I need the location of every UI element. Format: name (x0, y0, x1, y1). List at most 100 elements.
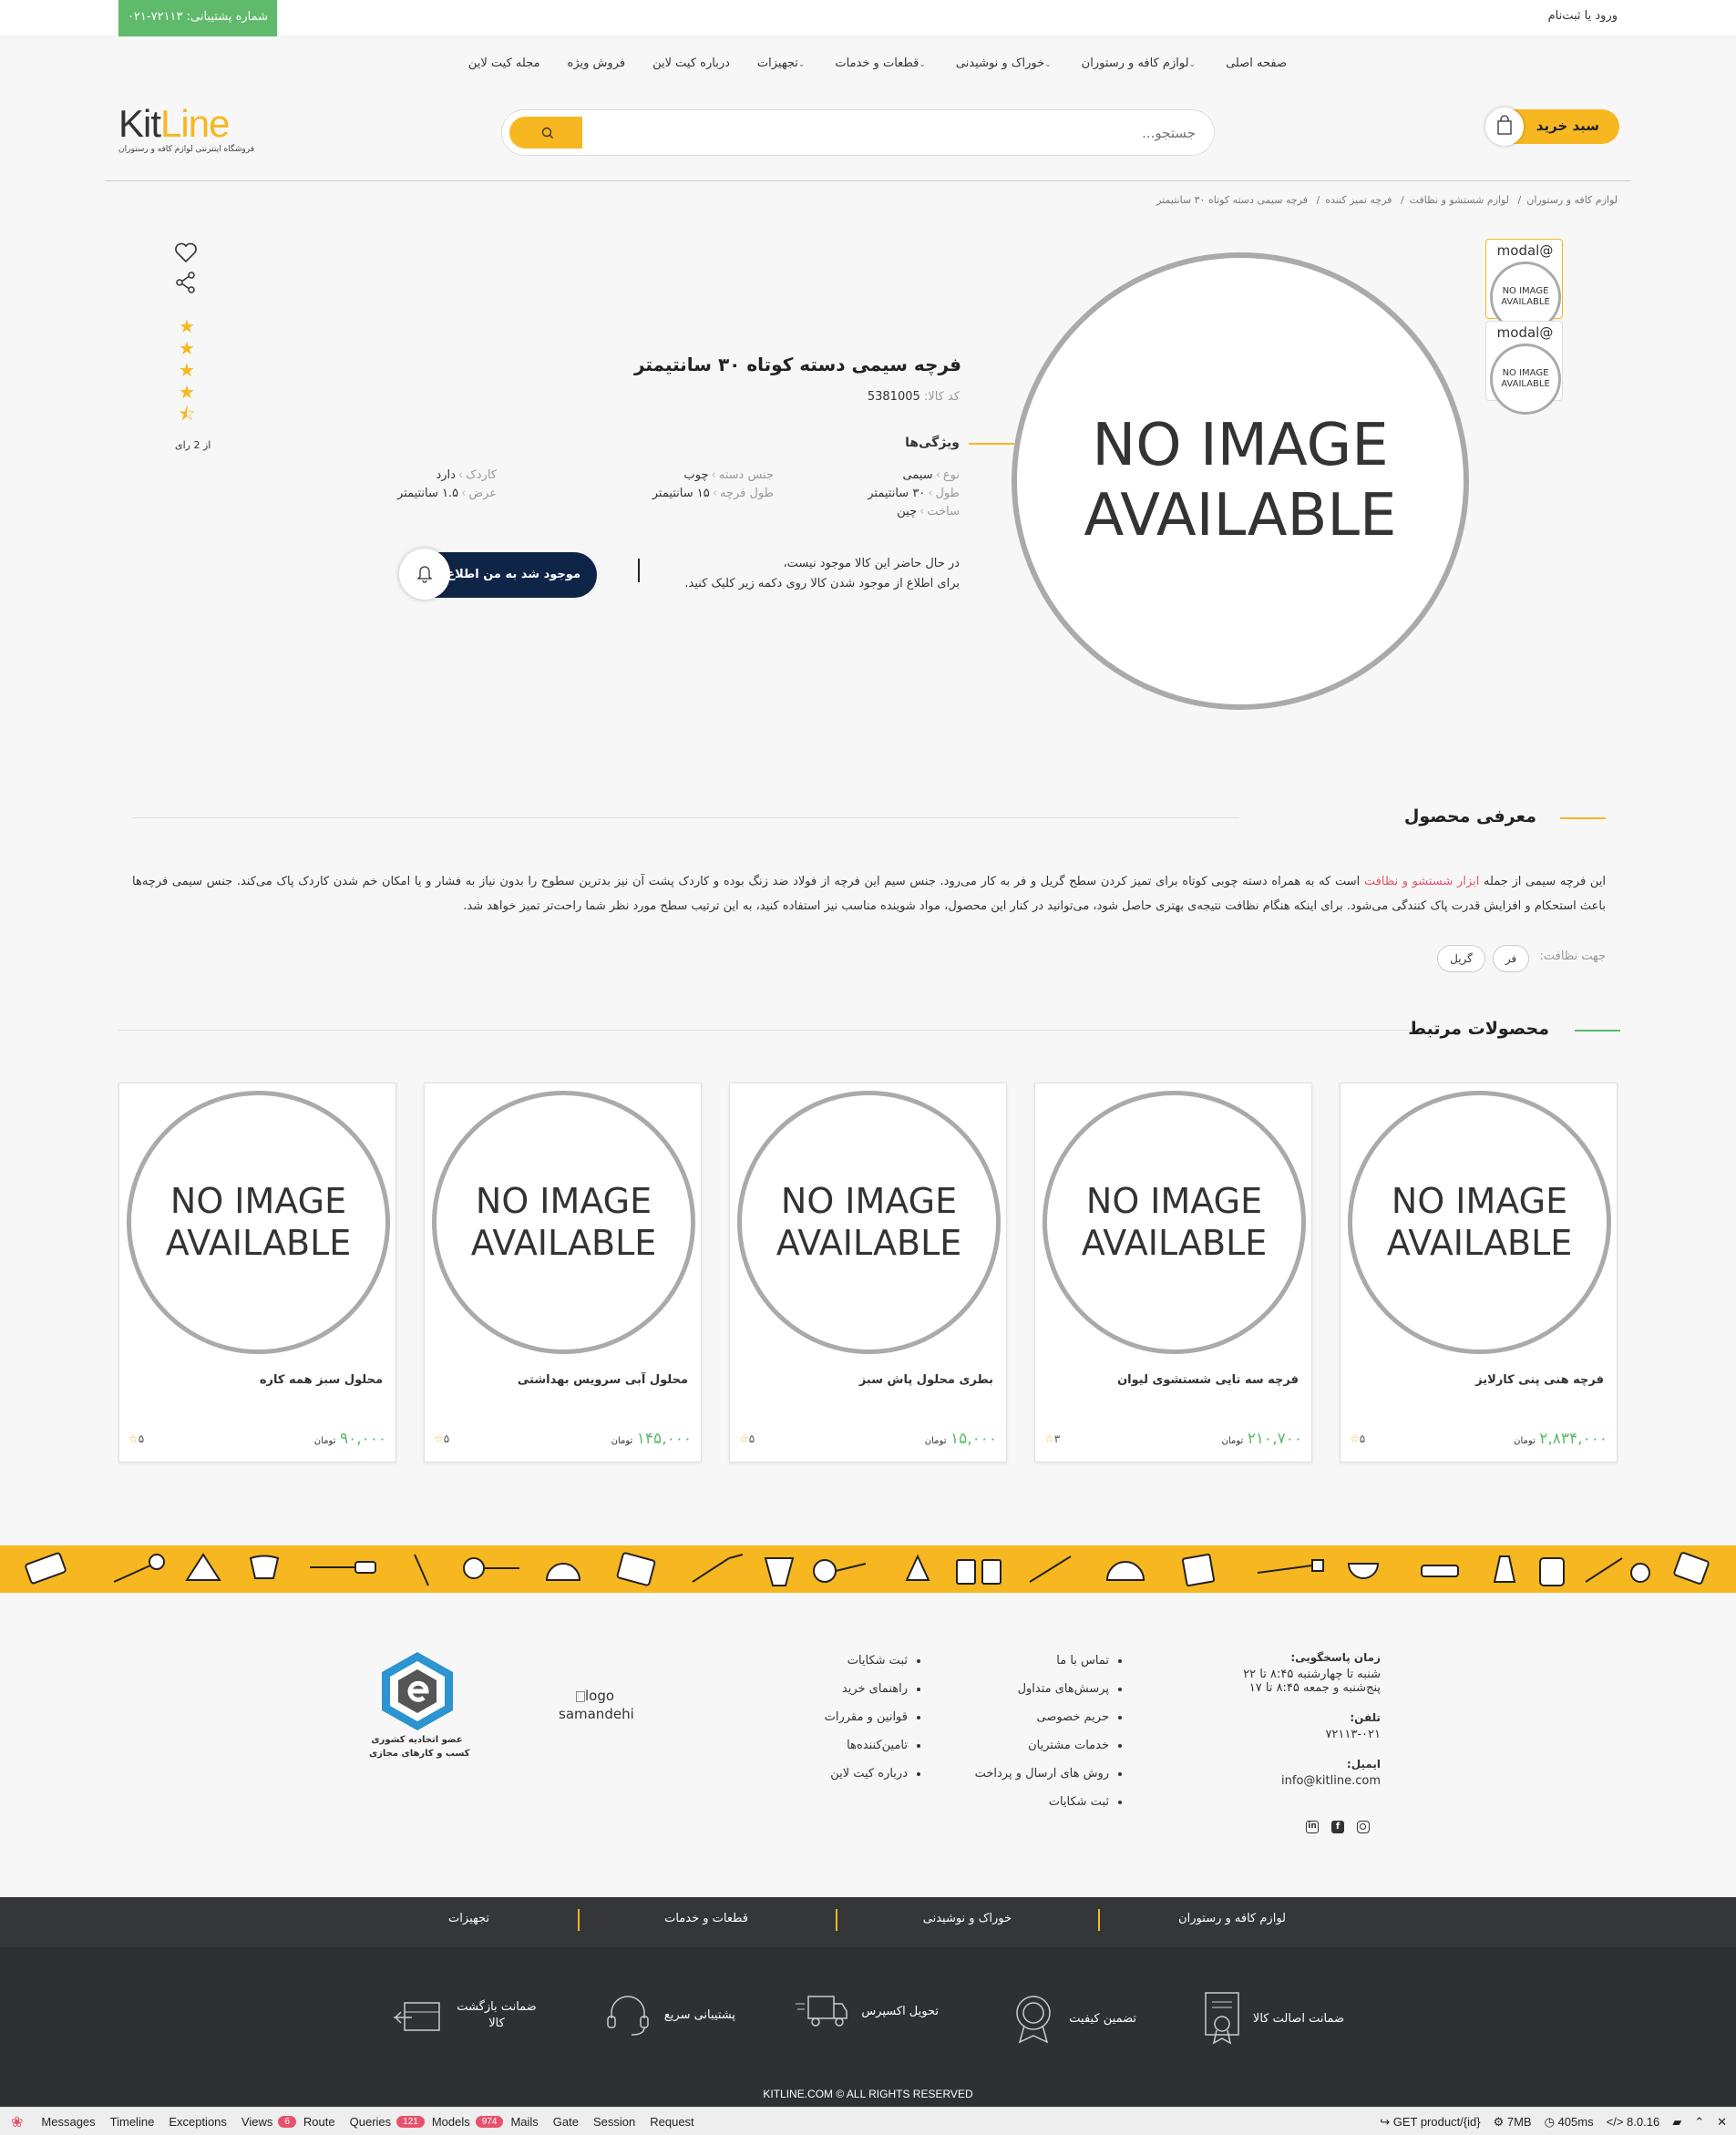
description-link[interactable]: ابزار شستشو و نظافت (1364, 875, 1479, 888)
star-icon[interactable]: ★ (177, 382, 197, 402)
gallery-thumb[interactable]: modal@ NO IMAGE AVAILABLE (1485, 321, 1563, 415)
product-card[interactable]: NO IMAGE AVAILABLE بطری محلول پاش سبز ۱۵,… (729, 1083, 1007, 1463)
footer-link[interactable]: روش های ارسال و پرداخت (975, 1760, 1109, 1788)
footer-link[interactable]: درباره کیت لاین (825, 1760, 908, 1788)
footer-category-link[interactable]: تجهیزات (448, 1912, 489, 1925)
linkedin-icon[interactable]: in (1306, 1821, 1319, 1833)
breadcrumb-item[interactable]: لوازم کافه و رستوران (1526, 194, 1618, 206)
footer-category-link[interactable]: خوراک و نوشیدنی (923, 1912, 1012, 1925)
footer-link[interactable]: تماس با ما (975, 1647, 1109, 1675)
site-logo[interactable]: KitLine فروشگاه اینترنتی لوازم کافه و رس… (118, 105, 255, 161)
debug-tab-queries[interactable]: Queries (343, 2115, 399, 2129)
footer-link[interactable]: ثبت شکایات (825, 1647, 908, 1675)
footer-link[interactable]: قوانین و مقررات (825, 1703, 908, 1731)
product-card[interactable]: NO IMAGE AVAILABLE فرچه سه تایی شستشوی لی… (1034, 1083, 1312, 1463)
product-card[interactable]: NO IMAGE AVAILABLE محلول سبز همه کاره ۹۰,… (118, 1083, 396, 1463)
nav-home[interactable]: صفحه اصلی (1212, 56, 1300, 70)
debug-tab-mails[interactable]: Mails (503, 2115, 545, 2129)
nav-special-sale[interactable]: فروش ویژه (554, 56, 640, 70)
star-icon[interactable]: ★ (177, 338, 197, 358)
chevron-down-icon: ⌄ (1188, 60, 1197, 69)
footer-link[interactable]: ثبت شکایات (975, 1788, 1109, 1816)
footer-link[interactable]: خدمات مشتریان (975, 1731, 1109, 1760)
card-name[interactable]: بطری محلول پاش سبز (859, 1373, 993, 1387)
hours-text: شنبه تا چهارشنبه ۸:۴۵ تا ۲۲ (1243, 1668, 1381, 1681)
tag-pill[interactable]: گریل (1437, 945, 1485, 972)
close-icon[interactable]: ✕ (1717, 2115, 1727, 2130)
features-underline (969, 443, 1014, 445)
nav-parts-services[interactable]: قطعات و خدمات⌄ (821, 56, 941, 70)
thumb-label: modal@ (1496, 242, 1554, 259)
union-badge[interactable]: عضو اتحادیه کشوری کسب و کارهای مجازی (369, 1649, 470, 1759)
divider (638, 559, 640, 582)
debug-tab-route[interactable]: Route (296, 2115, 343, 2129)
search-input[interactable] (603, 121, 1196, 145)
laravel-logo-icon[interactable]: ❀ (0, 2113, 34, 2131)
chevron-up-icon[interactable]: ⌃ (1694, 2115, 1704, 2130)
thumb-image: NO IMAGE AVAILABLE (1490, 344, 1561, 415)
star-icon[interactable]: ★ (177, 316, 197, 336)
card-name[interactable]: محلول سبز همه کاره (260, 1373, 383, 1387)
social-icons: in f (1306, 1821, 1370, 1833)
card-name[interactable]: فرچه سه تایی شستشوی لیوان (1117, 1373, 1299, 1387)
footer-link[interactable]: راهنمای خرید (825, 1675, 908, 1703)
gallery-thumb[interactable]: modal@ NO IMAGE AVAILABLE (1485, 239, 1563, 333)
debug-tab-timeline[interactable]: Timeline (103, 2115, 162, 2129)
debug-tab-messages[interactable]: Messages (34, 2115, 102, 2129)
nav-cafe-restaurant[interactable]: لوازم کافه و رستوران⌄ (1068, 56, 1212, 70)
debug-bar: ❀ Messages Timeline Exceptions Views 6 Ro… (0, 2107, 1736, 2135)
card-image: NO IMAGE AVAILABLE (127, 1091, 390, 1354)
login-link[interactable]: ورود یا ثبت‌نام (1548, 9, 1618, 23)
nav-about[interactable]: درباره کیت لاین (639, 56, 744, 70)
star-half-icon[interactable]: ⯪ (177, 404, 197, 424)
footer-category-link[interactable]: لوازم کافه و رستوران (1178, 1912, 1286, 1925)
debug-tab-request[interactable]: Request (642, 2115, 701, 2129)
email-value[interactable]: info@kitline.com (1244, 1774, 1381, 1788)
tag-pill[interactable]: فر (1493, 945, 1529, 972)
debug-tab-views[interactable]: Views (234, 2115, 280, 2129)
card-rating: ☆۵ (128, 1432, 145, 1445)
bell-icon[interactable] (399, 549, 450, 600)
debug-tab-exceptions[interactable]: Exceptions (161, 2115, 234, 2129)
footer-links-2: ثبت شکایات راهنمای خرید قوانین و مقررات … (825, 1647, 930, 1788)
models-badge: 974 (475, 2116, 504, 2128)
product-card[interactable]: NO IMAGE AVAILABLE محلول آبی سرویس بهداشت… (424, 1083, 702, 1463)
support-phone: شماره پشتیبانی: ۷۲۱۱۳-۰۲۱ (118, 0, 277, 36)
header-divider (105, 180, 1631, 181)
debug-tab-models[interactable]: Models (425, 2115, 478, 2129)
facebook-icon[interactable]: f (1331, 1821, 1344, 1833)
share-icon[interactable] (171, 270, 200, 301)
section-divider (132, 817, 1239, 818)
footer-category-link[interactable]: قطعات و خدمات (664, 1912, 748, 1925)
breadcrumb-item[interactable]: فرچه تمیز کننده (1325, 194, 1392, 206)
instagram-icon[interactable] (1357, 1821, 1370, 1833)
footer-link[interactable]: تامین‌کننده‌ها (825, 1731, 908, 1760)
product-card[interactable]: NO IMAGE AVAILABLE فرچه هنی پنی کارلایز ۲… (1340, 1083, 1618, 1463)
heart-icon[interactable] (171, 241, 200, 270)
footer-link[interactable]: پرسش‌های متداول (975, 1675, 1109, 1703)
card-price: ۲,۸۳۴,۰۰۰ تومان (1514, 1430, 1608, 1448)
star-icon[interactable]: ★ (177, 360, 197, 380)
nav-equipment[interactable]: تجهیزات⌄ (744, 56, 822, 70)
breadcrumb-item[interactable]: لوازم شستشو و نظافت (1410, 194, 1509, 206)
product-main-image[interactable]: NO IMAGE AVAILABLE (1012, 252, 1469, 710)
chevron-down-icon: ⌄ (797, 60, 806, 69)
samandehi-badge[interactable]: logo samandehi (559, 1687, 634, 1723)
logo-tagline: فروشگاه اینترنتی لوازم کافه و رستوران (118, 145, 255, 154)
nav-food-drink[interactable]: خوراک و نوشیدنی⌄ (942, 56, 1068, 70)
guarantee-item: تحویل اکسپرس (794, 1991, 939, 2031)
debug-tab-gate[interactable]: Gate (546, 2115, 586, 2129)
search-button[interactable] (509, 117, 582, 149)
star-outline-icon: ☆ (739, 1432, 749, 1445)
folder-icon[interactable]: ▰ (1672, 2115, 1681, 2130)
card-name[interactable]: فرچه هنی پنی کارلایز (1475, 1373, 1604, 1387)
features-title: ویژگی‌ها (905, 436, 960, 450)
cart-button[interactable]: سبد خرید (1485, 108, 1619, 146)
nav-magazine[interactable]: مجله کیت لاین (455, 56, 554, 70)
footer-link[interactable]: حریم خصوصی (975, 1703, 1109, 1731)
card-name[interactable]: محلول آبی سرویس بهداشتی (518, 1373, 688, 1387)
debug-tab-session[interactable]: Session (586, 2115, 642, 2129)
card-image: NO IMAGE AVAILABLE (1348, 1091, 1611, 1354)
broken-image-icon (575, 1690, 585, 1702)
phone-value[interactable]: ۷۲۱۱۳-۰۲۱ (1244, 1728, 1381, 1741)
